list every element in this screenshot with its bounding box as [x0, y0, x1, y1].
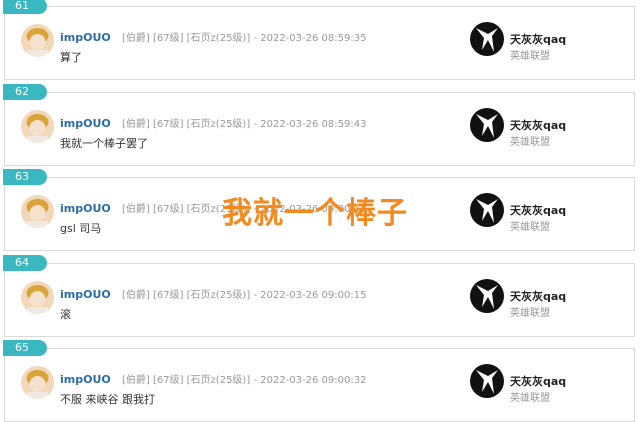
floor-number: 64 — [3, 255, 47, 271]
forum-category[interactable]: 英雄联盟 — [510, 304, 550, 319]
forum-category[interactable]: 英雄联盟 — [510, 389, 550, 404]
floor-number: 65 — [3, 340, 47, 356]
user-level: [67级] — [152, 204, 184, 215]
floor-number: 62 — [3, 84, 47, 100]
user-rank: [石页z(25级)] — [186, 375, 251, 386]
post-content: 算了 — [60, 51, 82, 64]
post-floor-64: 64 impOUO [伯爵] [67级] [石页z(25级)] - 2022-0… — [3, 255, 635, 337]
forum-owner-name[interactable]: 天灰灰qaq — [510, 117, 566, 133]
forum-category[interactable]: 英雄联盟 — [510, 218, 550, 233]
post-meta: impOUO [伯爵] [67级] [石页z(25级)] - 2022-03-2… — [60, 29, 366, 44]
forum-category[interactable]: 英雄联盟 — [510, 47, 550, 62]
user-title: [伯爵] — [121, 119, 150, 130]
username-link[interactable]: impOUO — [60, 31, 111, 44]
post-meta: impOUO [伯爵] [67级] [石页z(25级)] - 2022-03-2… — [60, 115, 366, 130]
meta-separator: - — [253, 375, 258, 386]
post-timestamp: 2022-03-26 08:59:35 — [260, 33, 367, 44]
post-floor-62: 62 impOUO [伯爵] [67级] [石页z(25级)] - 2022-0… — [3, 84, 635, 166]
user-rank: [石页z(25级)] — [186, 290, 251, 301]
user-avatar-icon[interactable] — [21, 281, 54, 314]
forum-avatar-icon[interactable] — [470, 193, 504, 227]
forum-avatar-icon[interactable] — [470, 279, 504, 313]
user-title: [伯爵] — [121, 290, 150, 301]
post-content: gsl 司马 — [60, 222, 102, 235]
post-content: 不服 来峡谷 跟我打 — [60, 393, 155, 406]
post-timestamp: 2022-03-26 09:00:32 — [260, 375, 367, 386]
username-link[interactable]: impOUO — [60, 117, 111, 130]
forum-owner-name[interactable]: 天灰灰qaq — [510, 373, 566, 389]
forum-avatar-icon[interactable] — [470, 22, 504, 56]
forum-avatar-icon[interactable] — [470, 364, 504, 398]
forum-category[interactable]: 英雄联盟 — [510, 133, 550, 148]
post-list: 61 impOUO [伯爵] [67级] [石页z(25级)] - 2022-0… — [0, 0, 640, 422]
username-link[interactable]: impOUO — [60, 373, 111, 386]
post-content: 我就一个棒子罢了 — [60, 137, 148, 150]
meta-separator: - — [253, 290, 258, 301]
user-level: [67级] — [152, 375, 184, 386]
post-meta: impOUO [伯爵] [67级] [石页z(25级)] - 2022-03-2… — [60, 371, 366, 386]
username-link[interactable]: impOUO — [60, 202, 111, 215]
user-avatar-icon[interactable] — [21, 366, 54, 399]
post-content: 滚 — [60, 308, 71, 321]
meta-separator: - — [253, 33, 258, 44]
overlay-caption: 我就一个棒子 — [222, 196, 408, 231]
user-title: [伯爵] — [121, 375, 150, 386]
floor-number: 63 — [3, 169, 47, 185]
post-floor-65: 65 impOUO [伯爵] [67级] [石页z(25级)] - 2022-0… — [3, 340, 635, 422]
post-timestamp: 2022-03-26 08:59:43 — [260, 119, 367, 130]
forum-owner-name[interactable]: 天灰灰qaq — [510, 288, 566, 304]
forum-owner-name[interactable]: 天灰灰qaq — [510, 202, 566, 218]
forum-avatar-icon[interactable] — [470, 108, 504, 142]
user-title: [伯爵] — [121, 33, 150, 44]
user-avatar-icon[interactable] — [21, 110, 54, 143]
post-timestamp: 2022-03-26 09:00:15 — [260, 290, 367, 301]
user-rank: [石页z(25级)] — [186, 33, 251, 44]
floor-number: 61 — [3, 0, 47, 14]
user-avatar-icon[interactable] — [21, 195, 54, 228]
user-level: [67级] — [152, 119, 184, 130]
user-level: [67级] — [152, 290, 184, 301]
username-link[interactable]: impOUO — [60, 288, 111, 301]
forum-owner-name[interactable]: 天灰灰qaq — [510, 31, 566, 47]
post-floor-61: 61 impOUO [伯爵] [67级] [石页z(25级)] - 2022-0… — [3, 0, 635, 80]
user-title: [伯爵] — [121, 204, 150, 215]
user-level: [67级] — [152, 33, 184, 44]
user-avatar-icon[interactable] — [21, 24, 54, 57]
user-rank: [石页z(25级)] — [186, 119, 251, 130]
meta-separator: - — [253, 119, 258, 130]
post-meta: impOUO [伯爵] [67级] [石页z(25级)] - 2022-03-2… — [60, 286, 366, 301]
